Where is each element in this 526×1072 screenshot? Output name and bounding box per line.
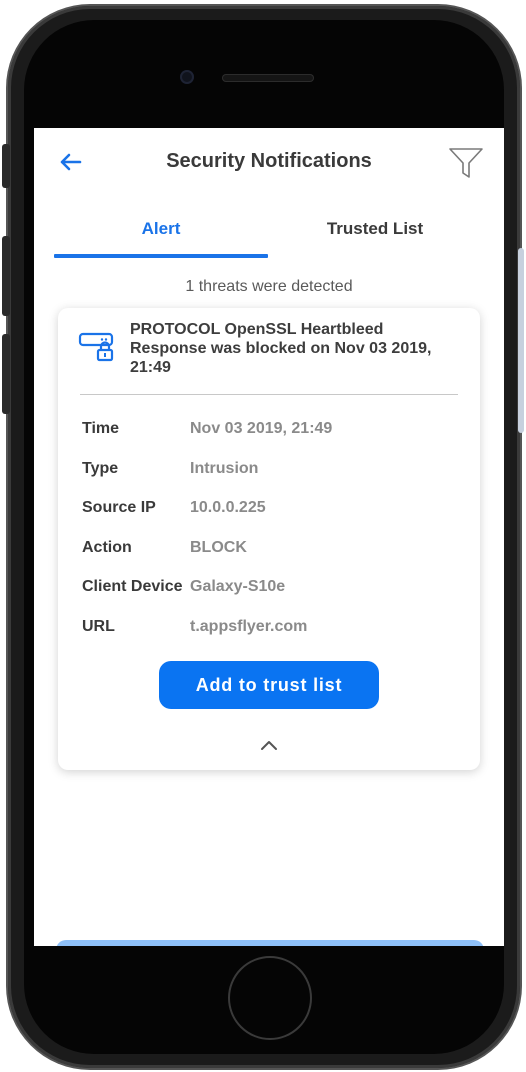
detail-label: URL <box>82 617 115 635</box>
detail-label: Source IP <box>82 499 156 516</box>
detail-label: Time <box>82 420 120 437</box>
detail-row-time: Time Nov 03 2019, 21:49 <box>82 414 462 454</box>
app-header: Security Notifications <box>34 128 504 198</box>
app-screen: Security Notifications Alert Trusted Lis… <box>34 128 504 946</box>
tab-trusted-list[interactable]: Trusted List <box>268 214 482 260</box>
stage: Security Notifications Alert Trusted Lis… <box>0 0 526 1072</box>
alert-details: Time Nov 03 2019, 21:49 Type Intrusion S… <box>82 414 462 651</box>
detail-row-type: Type Intrusion <box>82 454 462 494</box>
home-button[interactable] <box>228 956 312 1040</box>
threats-summary: 1 threats were detected <box>185 278 353 295</box>
funnel-icon[interactable] <box>448 146 484 180</box>
front-camera <box>180 70 194 84</box>
detail-label: Client Device <box>82 578 183 595</box>
mute-switch <box>2 144 10 188</box>
page-title: Security Notifications <box>166 150 372 172</box>
earpiece-speaker <box>222 74 314 82</box>
detail-row-source-ip: Source IP 10.0.0.225 <box>82 493 462 533</box>
bottom-action-bar[interactable] <box>56 940 484 946</box>
detail-value: 10.0.0.225 <box>190 499 266 516</box>
detail-value: BLOCK <box>190 538 247 556</box>
router-lock-icon <box>78 332 114 362</box>
chevron-up-icon[interactable] <box>258 738 280 752</box>
power-button <box>518 248 524 433</box>
volume-down-button <box>2 334 10 414</box>
alert-card: PROTOCOL OpenSSL Heartbleed Response was… <box>58 308 480 770</box>
detail-row-client-device: Client Device Galaxy-S10e <box>82 572 462 612</box>
volume-up-button <box>2 236 10 316</box>
add-to-trust-list-button[interactable]: Add to trust list <box>159 661 379 709</box>
detail-label: Type <box>82 459 119 477</box>
detail-value: Galaxy-S10e <box>190 578 286 595</box>
detail-row-url: URL t.appsflyer.com <box>82 612 462 652</box>
detail-label: Action <box>82 538 132 556</box>
detail-value: t.appsflyer.com <box>190 617 308 635</box>
detail-value: Nov 03 2019, 21:49 <box>190 420 333 437</box>
alert-title: PROTOCOL OpenSSL Heartbleed Response was… <box>130 321 432 376</box>
detail-value: Intrusion <box>190 459 259 477</box>
detail-row-action: Action BLOCK <box>82 533 462 573</box>
active-tab-indicator <box>54 254 268 258</box>
card-divider <box>80 394 458 395</box>
tab-bar: Alert Trusted List <box>54 214 484 260</box>
